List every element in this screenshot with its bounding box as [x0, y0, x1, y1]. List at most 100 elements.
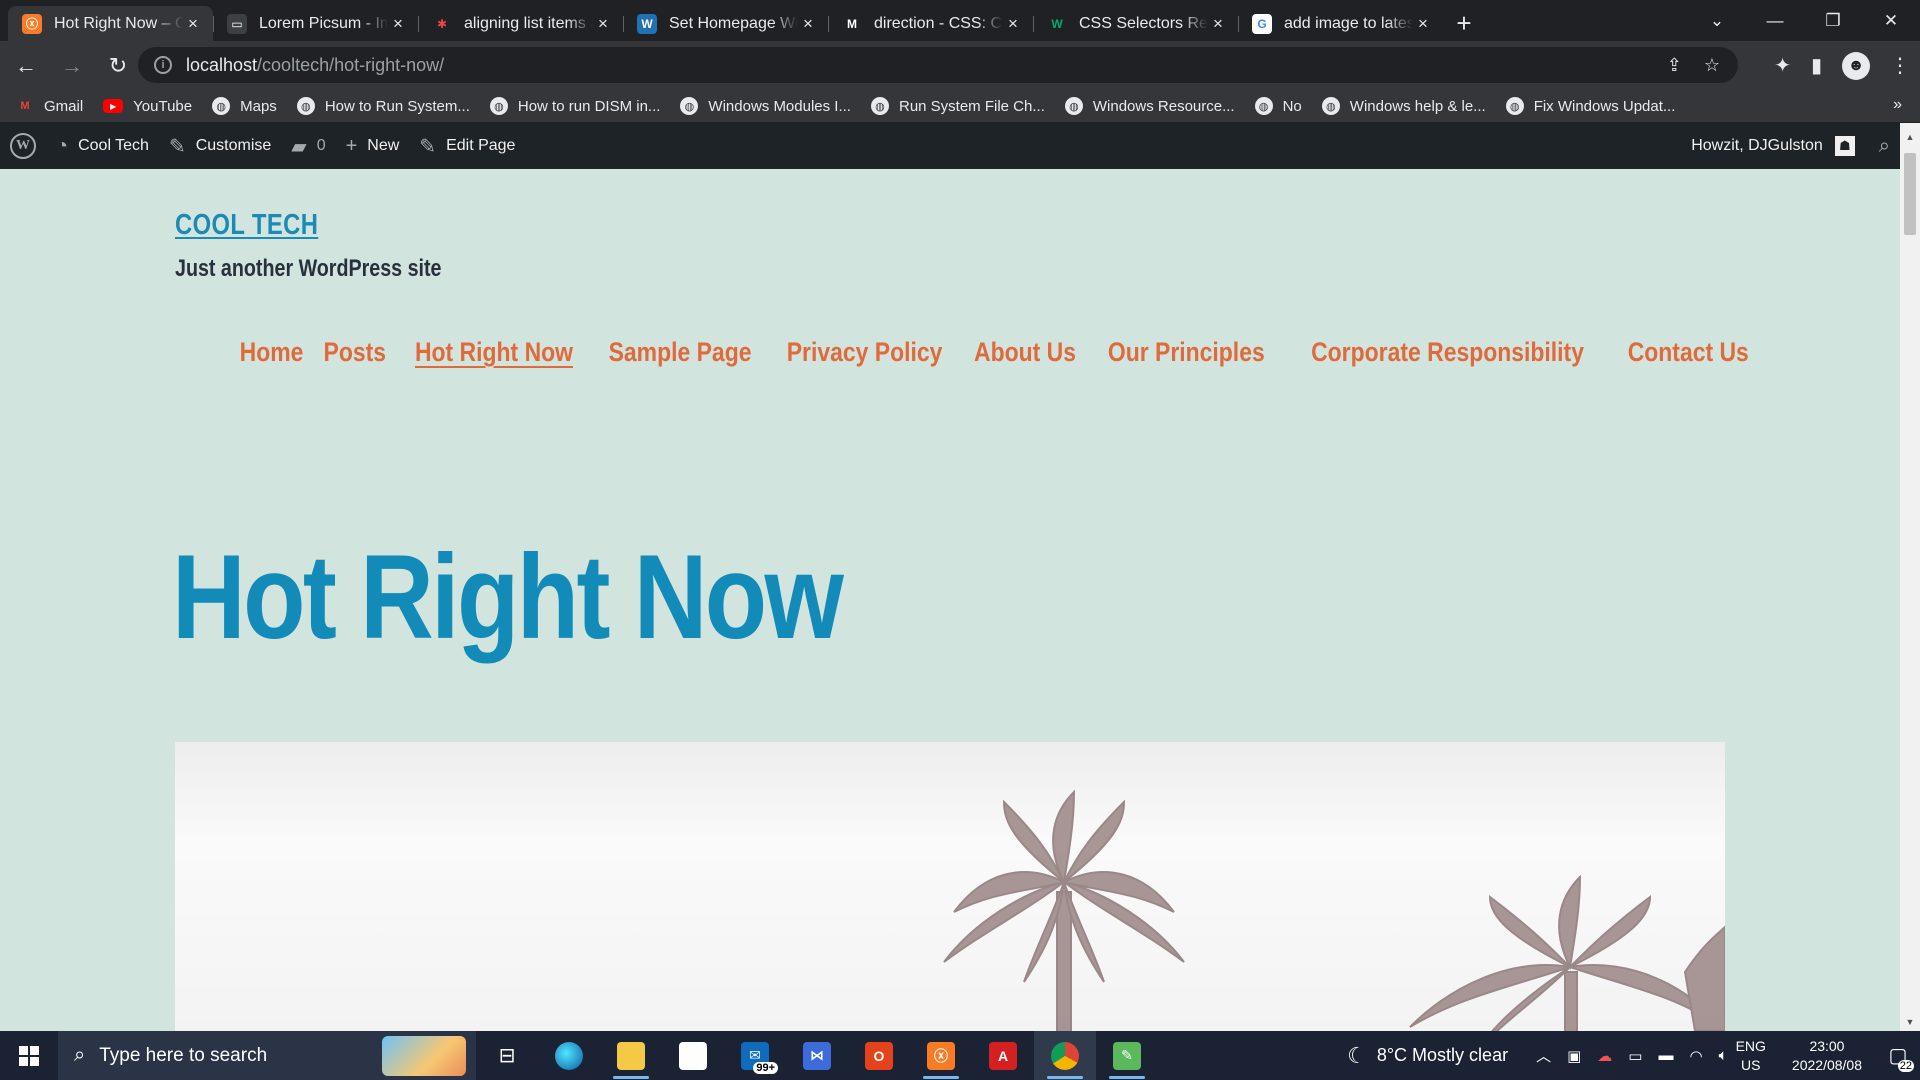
volume-icon[interactable]: 🔈︎ — [1719, 1047, 1728, 1064]
taskbar-search-box[interactable]: ⌕ Type here to search — [58, 1031, 476, 1080]
comments-count: 0 — [316, 137, 326, 154]
bookmark-item[interactable]: ▶ YouTube — [103, 98, 192, 115]
close-tab-icon[interactable]: × — [1003, 14, 1023, 34]
browser-tab[interactable]: ✱ aligning list items and× — [418, 6, 623, 41]
bookmark-item[interactable]: ◍ How to run DISM in... — [489, 97, 660, 115]
meet-now-icon[interactable]: ▣ — [1567, 1047, 1581, 1065]
address-bar[interactable]: i localhost/cooltech/hot-right-now/ ⇪ ☆ — [138, 47, 1738, 83]
browser-tab[interactable]: W CSS Selectors Reference× — [1033, 6, 1238, 41]
nav-item-corporate-responsibility[interactable]: Corporate Responsibility — [1312, 337, 1585, 368]
clock-date: 2022/08/08 — [1791, 1056, 1862, 1073]
close-tab-icon[interactable]: × — [798, 14, 818, 34]
site-title-link[interactable]: COOL TECH — [175, 209, 318, 242]
close-tab-icon[interactable]: × — [388, 14, 408, 34]
admin-edit-page[interactable]: ✎ Edit Page — [409, 123, 525, 169]
nav-item-sample-page[interactable]: Sample Page — [608, 337, 751, 368]
taskbar-office[interactable]: O — [848, 1031, 910, 1080]
page-scrollbar[interactable]: ▲ ▼ — [1900, 123, 1920, 1031]
clock[interactable]: 23:00 2022/08/08 — [1792, 1037, 1862, 1075]
restore-button[interactable]: ❐ — [1804, 11, 1862, 31]
bookmark-item[interactable]: M Gmail — [16, 97, 83, 115]
taskbar-chrome[interactable] — [1034, 1031, 1096, 1080]
scroll-down-arrow-icon[interactable]: ▼ — [1900, 1014, 1920, 1031]
dashboard-icon: ◔ — [56, 134, 69, 157]
profile-avatar[interactable]: ☻ — [1842, 51, 1870, 80]
back-button[interactable]: ← — [6, 46, 46, 86]
browser-tab[interactable]: ⓧ Hot Right Now – Cool Tech× — [8, 6, 213, 41]
admin-site-name[interactable]: ◔ Cool Tech — [46, 123, 159, 169]
bookmark-star-icon[interactable]: ☆ — [1704, 55, 1720, 76]
start-button[interactable] — [0, 1031, 58, 1080]
nav-item-contact-us[interactable]: Contact Us — [1628, 337, 1749, 368]
admin-search-icon[interactable]: ⌕ — [1879, 135, 1890, 158]
bookmark-item[interactable]: ◍ How to Run System... — [296, 97, 470, 115]
bookmark-item[interactable]: ◍ Run System File Ch... — [870, 97, 1045, 115]
url-text[interactable]: localhost/cooltech/hot-right-now/ — [186, 55, 444, 76]
weather-widget[interactable]: ☾ 8°C Mostly clear — [1347, 1043, 1508, 1069]
close-tab-icon[interactable]: × — [1413, 14, 1433, 34]
user-avatar-icon[interactable]: ☗ — [1834, 136, 1855, 156]
bookmarks-overflow-button[interactable]: » — [1893, 96, 1902, 114]
taskbar-file-explorer[interactable] — [600, 1031, 662, 1080]
admin-new[interactable]: + New — [336, 123, 410, 169]
taskbar-notepad[interactable]: ✎ — [1096, 1031, 1158, 1080]
close-window-button[interactable]: ✕ — [1862, 11, 1920, 31]
weather-text: 8°C Mostly clear — [1376, 1045, 1509, 1065]
reload-button[interactable]: ↻ — [98, 46, 138, 86]
bookmark-item[interactable]: ◍ Maps — [212, 97, 277, 115]
display-icon[interactable]: ▭ — [1628, 1047, 1642, 1065]
side-panel-icon[interactable]: ▮ — [1811, 53, 1822, 78]
admin-account-greeting[interactable]: Howzit, DJGulston — [1691, 137, 1823, 155]
taskbar-xampp[interactable]: ⓧ — [910, 1031, 972, 1080]
tab-search-icon[interactable]: ⌄ — [1688, 11, 1746, 31]
scrollbar-thumb[interactable] — [1904, 153, 1916, 235]
notification-center-button[interactable]: ▢ 22 — [1876, 1031, 1920, 1080]
scroll-up-arrow-icon[interactable]: ▲ — [1900, 129, 1920, 146]
taskbar-store[interactable] — [662, 1031, 724, 1080]
browser-tab[interactable]: Mdirection - CSS: Cascading× — [828, 6, 1033, 41]
forward-button[interactable]: → — [52, 46, 92, 86]
bookmark-item[interactable]: ◍ Windows help & le... — [1321, 97, 1486, 115]
minimize-button[interactable]: — — [1746, 11, 1804, 31]
bookmark-item[interactable]: ◍ Windows Resource... — [1064, 97, 1235, 115]
tab-title: aligning list items and — [464, 14, 593, 32]
taskbar-edge[interactable] — [538, 1031, 600, 1080]
nav-item-hot-right-now[interactable]: Hot Right Now — [415, 337, 573, 368]
taskbar-acrobat[interactable]: A — [972, 1031, 1034, 1080]
close-tab-icon[interactable]: × — [183, 14, 203, 34]
battery-icon[interactable]: ▬ — [1658, 1047, 1673, 1064]
taskbar-visual-studio[interactable]: ⋈ — [786, 1031, 848, 1080]
bookmark-item[interactable]: ◍ Fix Windows Updat... — [1505, 97, 1675, 115]
bookmark-item[interactable]: ◍ No — [1254, 97, 1302, 115]
extensions-icon[interactable]: ✦ — [1774, 53, 1791, 78]
admin-customise[interactable]: ✎ Customise — [159, 123, 281, 169]
nav-item-about-us[interactable]: About Us — [974, 337, 1076, 368]
wifi-icon[interactable]: ◠ — [1689, 1047, 1702, 1065]
browser-tab[interactable]: ▭ Lorem Picsum - Images× — [213, 6, 418, 41]
close-tab-icon[interactable]: × — [1208, 14, 1228, 34]
site-info-icon[interactable]: i — [154, 56, 172, 74]
bookmark-item[interactable]: ◍ Windows Modules I... — [680, 97, 851, 115]
nav-item-home[interactable]: Home — [240, 337, 304, 368]
nav-item-posts[interactable]: Posts — [324, 337, 387, 368]
show-hidden-icons-icon[interactable]: ︿ — [1536, 1045, 1551, 1066]
window-controls: ⌄ — ❐ ✕ — [1688, 0, 1920, 41]
nav-item-our-principles[interactable]: Our Principles — [1108, 337, 1265, 368]
wordpress-icon: W — [637, 13, 657, 34]
globe-icon: ◍ — [870, 97, 889, 115]
browser-tab[interactable]: W Set Homepage WordPress× — [623, 6, 828, 41]
new-tab-button[interactable]: + — [1447, 6, 1481, 40]
admin-comments[interactable]: ▰ 0 — [281, 123, 335, 169]
wp-logo-menu[interactable]: W — [0, 123, 46, 169]
close-tab-icon[interactable]: × — [593, 14, 613, 34]
onedrive-icon[interactable]: ☁ — [1597, 1047, 1612, 1065]
input-language[interactable]: ENG US — [1736, 1037, 1766, 1075]
menu-kebab-icon[interactable]: ⋮ — [1890, 53, 1910, 78]
nav-item-privacy-policy[interactable]: Privacy Policy — [787, 337, 943, 368]
windows-logo-icon — [19, 1045, 39, 1066]
taskbar-mail[interactable]: ✉ 99+ — [724, 1031, 786, 1080]
browser-tab[interactable]: Gadd image to latest post× — [1238, 6, 1443, 41]
tab-title: direction - CSS: Cascading — [874, 14, 1003, 32]
share-icon[interactable]: ⇪ — [1667, 55, 1682, 76]
task-view-button[interactable]: ⊟ — [476, 1031, 538, 1080]
